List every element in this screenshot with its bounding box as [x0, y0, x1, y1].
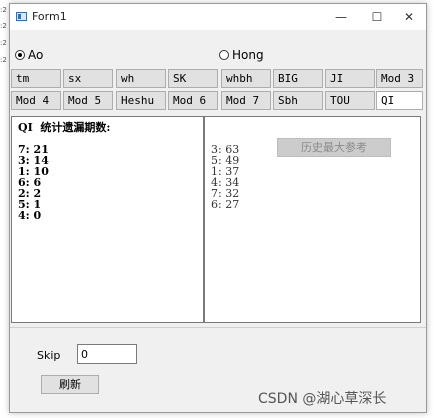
history-max-reference-button[interactable]: 历史最大参考	[277, 138, 391, 157]
background-text-fragment: :2	[0, 39, 7, 47]
radio-label: Hong	[232, 48, 264, 62]
watermark: CSDN @湖心草深长	[258, 391, 387, 407]
radio-indicator-icon	[219, 50, 229, 60]
window-title: Form1	[32, 10, 67, 23]
background-text-fragment: :2	[0, 6, 7, 14]
stats-line: 4: 0	[18, 209, 42, 222]
button-mod-7[interactable]: Mod 7	[221, 91, 271, 110]
button-heshu[interactable]: Heshu	[116, 91, 166, 110]
title-bar: Form1 — ☐ ✕	[10, 4, 426, 30]
button-whbh[interactable]: whbh	[221, 69, 271, 88]
app-icon	[16, 12, 27, 21]
maximize-button[interactable]: ☐	[359, 4, 395, 30]
background-text-fragment: :2	[0, 56, 7, 64]
skip-input[interactable]	[77, 344, 137, 364]
minimize-button[interactable]: —	[323, 4, 359, 30]
button-mod-4[interactable]: Mod 4	[11, 91, 61, 110]
button-qi[interactable]: QI	[376, 91, 423, 110]
button-big[interactable]: BIG	[273, 69, 323, 88]
button-mod-3[interactable]: Mod 3	[376, 69, 423, 88]
button-wh[interactable]: wh	[116, 69, 166, 88]
button-tm[interactable]: tm	[11, 69, 61, 88]
stats-header: QI 统计遗漏期数:	[18, 121, 111, 134]
skip-label: Skip	[37, 349, 61, 362]
bottom-divider	[10, 327, 426, 328]
close-button[interactable]: ✕	[391, 4, 427, 30]
radio-hong[interactable]: Hong	[219, 48, 264, 62]
stats-output-panel: QI 统计遗漏期数: 7: 21 3: 14 1: 10 6: 6 2: 2 5…	[11, 116, 204, 323]
radio-label: Ao	[28, 48, 44, 62]
button-ji[interactable]: JI	[325, 69, 375, 88]
button-mod-6[interactable]: Mod 6	[168, 91, 218, 110]
button-tou[interactable]: TOU	[325, 91, 375, 110]
radio-ao[interactable]: Ao	[15, 48, 43, 62]
history-output-panel: 历史最大参考 3: 63 5: 49 1: 37 4: 34 7: 32 6: …	[204, 116, 421, 323]
refresh-button[interactable]: 刷新	[41, 375, 99, 394]
button-sk[interactable]: SK	[168, 69, 218, 88]
button-mod-5[interactable]: Mod 5	[63, 91, 113, 110]
button-sx[interactable]: sx	[63, 69, 113, 88]
form-window: Form1 — ☐ ✕ Ao Hong tm sx wh SK whbh BIG…	[9, 3, 427, 413]
history-line: 6: 27	[211, 198, 240, 211]
background-text-fragment: :2	[0, 22, 7, 30]
button-sbh[interactable]: Sbh	[273, 91, 323, 110]
radio-indicator-icon	[15, 50, 25, 60]
